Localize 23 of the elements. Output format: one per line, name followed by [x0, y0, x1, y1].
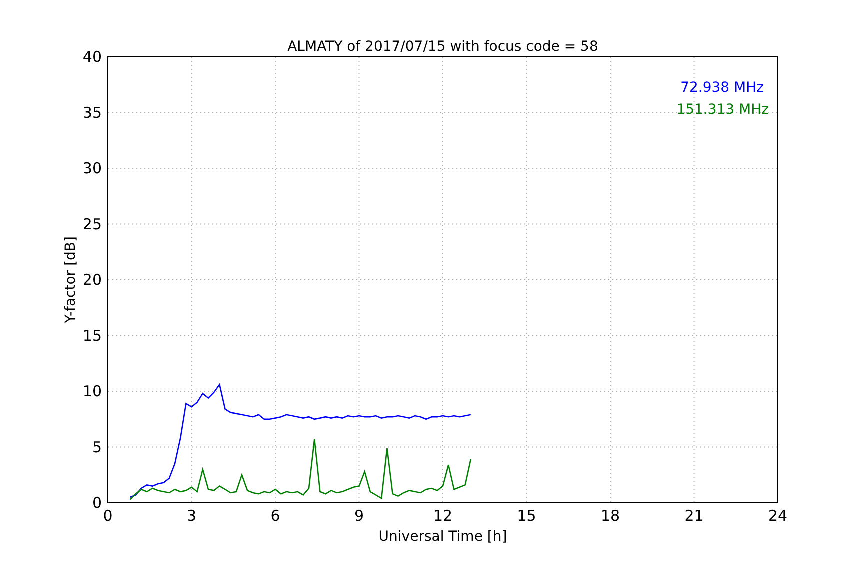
tick-label: 10 — [82, 382, 102, 400]
tick-label: 6 — [270, 507, 280, 525]
tick-label: 0 — [103, 507, 113, 525]
tick-label: 15 — [82, 326, 102, 345]
tick-label: 15 — [517, 507, 536, 525]
tick-label: 12 — [433, 507, 453, 525]
tick-label: 25 — [82, 215, 102, 234]
tick-label: 18 — [600, 507, 620, 525]
tick-label: 3 — [186, 507, 197, 525]
tick-label: 20 — [82, 271, 102, 289]
tick-label: 30 — [82, 160, 102, 178]
tick-label: 5 — [92, 438, 102, 456]
chart-title: ALMATY of 2017/07/15 with focus code = 58 — [288, 39, 598, 55]
tick-label: 9 — [354, 507, 364, 525]
legend-label: 151.313 MHz — [676, 102, 769, 118]
y-axis-label: Y-factor [dB] — [63, 236, 79, 324]
legend-label: 72.938 MHz — [680, 80, 764, 96]
tick-label: 40 — [82, 48, 102, 66]
tick-label: 21 — [684, 507, 704, 525]
tick-label: 24 — [768, 507, 788, 525]
tick-label: 0 — [92, 494, 102, 512]
x-axis-label: Universal Time [h] — [378, 529, 508, 545]
tick-label: 35 — [82, 104, 102, 122]
